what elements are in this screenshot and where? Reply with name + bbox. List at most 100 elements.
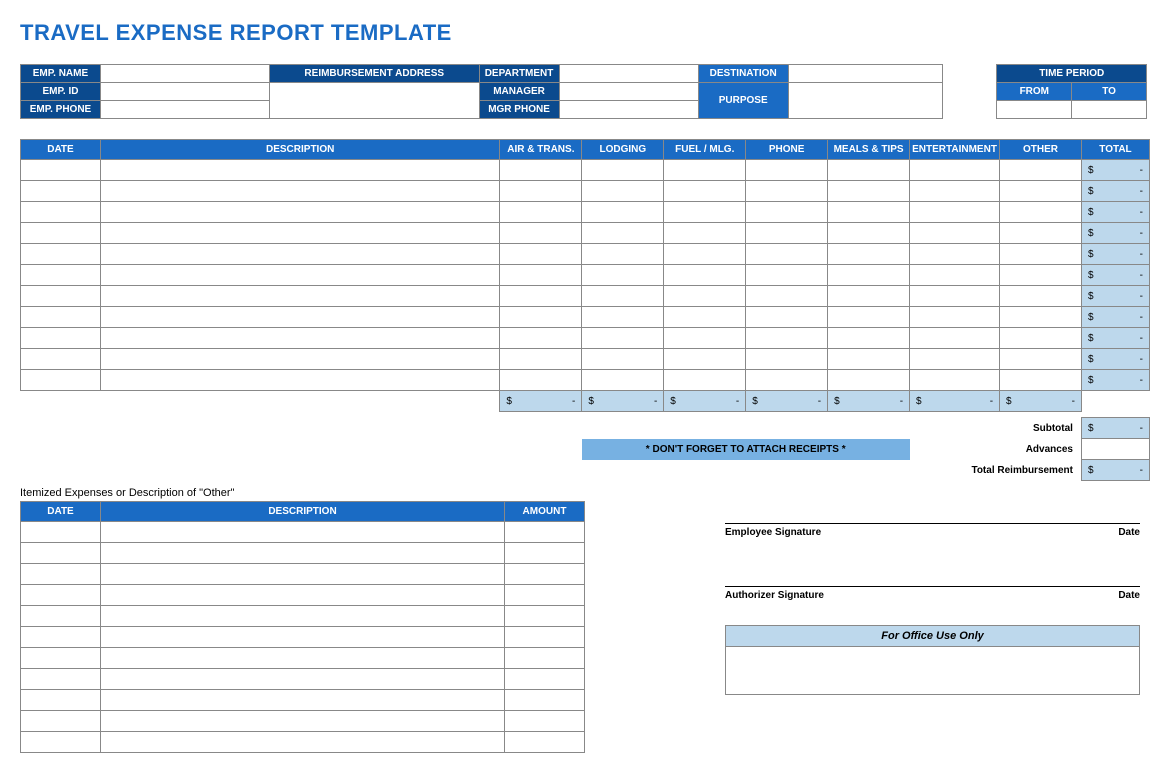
itemized-cell[interactable] (505, 669, 585, 690)
expense-cell[interactable] (582, 160, 664, 181)
itemized-cell[interactable] (505, 585, 585, 606)
expense-cell[interactable] (910, 160, 1000, 181)
expense-cell[interactable] (582, 265, 664, 286)
expense-cell[interactable] (1000, 244, 1082, 265)
expense-cell[interactable] (500, 160, 582, 181)
department-input[interactable] (559, 65, 698, 83)
expense-cell[interactable] (828, 223, 910, 244)
expense-cell[interactable] (746, 328, 828, 349)
expense-cell[interactable] (582, 223, 664, 244)
emp-phone-input[interactable] (100, 101, 269, 119)
expense-cell[interactable] (828, 181, 910, 202)
expense-cell[interactable] (910, 328, 1000, 349)
expense-cell[interactable] (746, 181, 828, 202)
itemized-cell[interactable] (101, 648, 505, 669)
itemized-cell[interactable] (21, 669, 101, 690)
expense-cell[interactable] (582, 307, 664, 328)
employee-signature-line[interactable]: Employee Signature Date (725, 523, 1140, 538)
itemized-cell[interactable] (21, 690, 101, 711)
itemized-cell[interactable] (505, 627, 585, 648)
expense-cell[interactable] (500, 181, 582, 202)
expense-cell[interactable] (582, 202, 664, 223)
expense-cell[interactable] (21, 286, 101, 307)
itemized-cell[interactable] (101, 585, 505, 606)
expense-cell[interactable] (1000, 370, 1082, 391)
expense-cell[interactable] (500, 265, 582, 286)
expense-cell[interactable] (500, 328, 582, 349)
expense-cell[interactable] (1000, 307, 1082, 328)
expense-cell[interactable] (746, 370, 828, 391)
expense-cell[interactable] (21, 307, 101, 328)
purpose-input[interactable] (788, 83, 942, 119)
expense-cell[interactable] (664, 202, 746, 223)
itemized-cell[interactable] (101, 564, 505, 585)
expense-cell[interactable] (582, 286, 664, 307)
expense-cell[interactable] (746, 202, 828, 223)
mgr-phone-input[interactable] (559, 101, 698, 119)
itemized-cell[interactable] (101, 627, 505, 648)
expense-cell[interactable] (21, 244, 101, 265)
from-input[interactable] (997, 101, 1072, 119)
expense-cell[interactable] (910, 223, 1000, 244)
expense-cell[interactable] (500, 244, 582, 265)
expense-cell[interactable] (664, 244, 746, 265)
expense-cell[interactable] (100, 370, 499, 391)
itemized-cell[interactable] (505, 711, 585, 732)
expense-cell[interactable] (664, 370, 746, 391)
expense-cell[interactable] (664, 181, 746, 202)
expense-cell[interactable] (21, 349, 101, 370)
destination-input[interactable] (788, 65, 942, 83)
itemized-cell[interactable] (21, 585, 101, 606)
expense-cell[interactable] (100, 349, 499, 370)
expense-cell[interactable] (500, 286, 582, 307)
expense-cell[interactable] (746, 286, 828, 307)
expense-cell[interactable] (828, 202, 910, 223)
expense-cell[interactable] (21, 223, 101, 244)
expense-cell[interactable] (1000, 181, 1082, 202)
itemized-cell[interactable] (21, 606, 101, 627)
itemized-cell[interactable] (101, 669, 505, 690)
expense-cell[interactable] (100, 307, 499, 328)
expense-cell[interactable] (500, 223, 582, 244)
expense-cell[interactable] (500, 370, 582, 391)
itemized-cell[interactable] (21, 543, 101, 564)
expense-cell[interactable] (746, 349, 828, 370)
expense-cell[interactable] (664, 223, 746, 244)
itemized-cell[interactable] (505, 606, 585, 627)
expense-cell[interactable] (21, 265, 101, 286)
expense-cell[interactable] (100, 181, 499, 202)
itemized-cell[interactable] (21, 711, 101, 732)
expense-cell[interactable] (21, 181, 101, 202)
expense-cell[interactable] (828, 370, 910, 391)
itemized-cell[interactable] (101, 732, 505, 753)
itemized-cell[interactable] (21, 564, 101, 585)
authorizer-signature-line[interactable]: Authorizer Signature Date (725, 586, 1140, 601)
expense-cell[interactable] (582, 244, 664, 265)
expense-cell[interactable] (582, 349, 664, 370)
itemized-cell[interactable] (505, 648, 585, 669)
expense-cell[interactable] (1000, 160, 1082, 181)
expense-cell[interactable] (500, 307, 582, 328)
itemized-cell[interactable] (101, 606, 505, 627)
expense-cell[interactable] (828, 286, 910, 307)
expense-cell[interactable] (664, 307, 746, 328)
expense-cell[interactable] (100, 265, 499, 286)
expense-cell[interactable] (1000, 202, 1082, 223)
itemized-cell[interactable] (505, 564, 585, 585)
itemized-cell[interactable] (101, 690, 505, 711)
expense-cell[interactable] (21, 370, 101, 391)
itemized-cell[interactable] (101, 711, 505, 732)
expense-cell[interactable] (100, 202, 499, 223)
itemized-cell[interactable] (21, 732, 101, 753)
expense-cell[interactable] (910, 349, 1000, 370)
expense-cell[interactable] (910, 265, 1000, 286)
expense-cell[interactable] (21, 328, 101, 349)
expense-cell[interactable] (582, 328, 664, 349)
advances-input[interactable] (1081, 439, 1149, 460)
expense-cell[interactable] (100, 160, 499, 181)
expense-cell[interactable] (582, 181, 664, 202)
expense-cell[interactable] (828, 160, 910, 181)
expense-cell[interactable] (21, 160, 101, 181)
expense-cell[interactable] (100, 223, 499, 244)
expense-cell[interactable] (582, 370, 664, 391)
